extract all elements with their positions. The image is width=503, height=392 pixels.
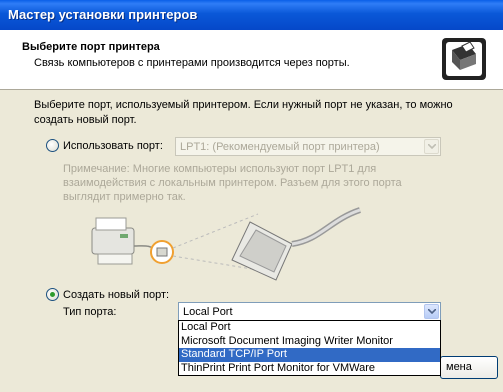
- instructions-text: Выберите порт, используемый принтером. Е…: [34, 99, 453, 126]
- create-port-label[interactable]: Создать новый порт:: [63, 289, 169, 301]
- dropdown-option-highlighted[interactable]: Standard TCP/IP Port: [179, 348, 440, 362]
- create-port-radio[interactable]: [46, 288, 59, 301]
- chevron-down-icon[interactable]: [424, 304, 439, 319]
- chevron-down-icon[interactable]: [424, 139, 439, 154]
- cancel-button[interactable]: мена: [440, 356, 498, 379]
- window-title: Мастер установки принтеров: [8, 7, 198, 22]
- port-type-combo[interactable]: Local Port: [178, 302, 441, 321]
- page-subtitle: Связь компьютеров с принтерами производи…: [34, 57, 350, 69]
- use-port-radio[interactable]: [46, 139, 59, 152]
- parallel-connector-icon: [231, 207, 361, 281]
- wizard-header: Выберите порт принтера Связь компьютеров…: [0, 30, 503, 90]
- use-port-combo-value: LPT1: (Рекомендуемый порт принтера): [180, 141, 380, 153]
- printer-logo-icon: [442, 38, 486, 80]
- dropdown-option[interactable]: Microsoft Document Imaging Writer Monito…: [179, 335, 440, 349]
- use-port-label[interactable]: Использовать порт:: [63, 140, 163, 152]
- dropdown-option[interactable]: ThinPrint Print Port Monitor for VMWare: [179, 362, 440, 376]
- port-type-label: Тип порта:: [63, 306, 117, 318]
- printer-icon: [91, 217, 135, 265]
- dropdown-option[interactable]: Local Port: [179, 321, 440, 335]
- page-title: Выберите порт принтера: [22, 41, 160, 53]
- port-type-dropdown-list[interactable]: Local Port Microsoft Document Imaging Wr…: [178, 320, 441, 376]
- radio-selected-dot: [50, 292, 55, 297]
- lpt-note: Примечание: Многие компьютеры используют…: [63, 163, 402, 203]
- cancel-button-label: мена: [446, 361, 472, 373]
- port-type-combo-value: Local Port: [183, 306, 233, 318]
- use-port-combo[interactable]: LPT1: (Рекомендуемый порт принтера): [175, 137, 441, 156]
- lpt-connector-illustration: [91, 207, 361, 281]
- title-bar[interactable]: Мастер установки принтеров: [0, 0, 503, 30]
